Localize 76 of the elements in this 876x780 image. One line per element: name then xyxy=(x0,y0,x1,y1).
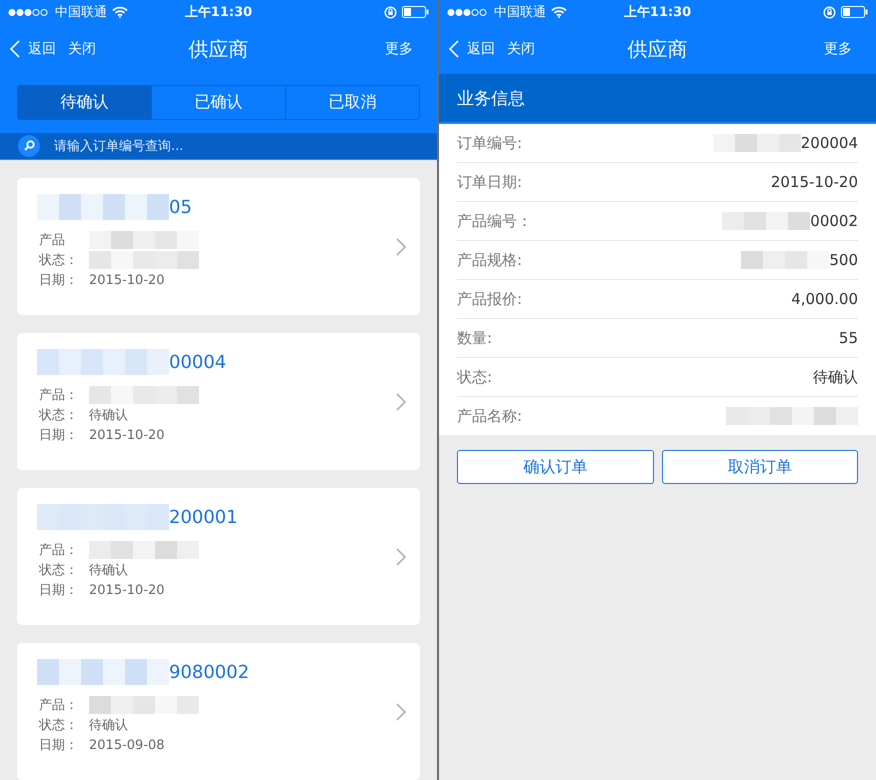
search-icon xyxy=(18,135,40,157)
screen-title: 供应商 xyxy=(628,36,688,62)
clock-time: 上午11:30 xyxy=(624,4,692,21)
wifi-icon xyxy=(112,6,128,18)
detail-label: 状态: xyxy=(457,368,492,386)
detail-label: 产品名称: xyxy=(457,406,522,426)
more-button[interactable]: 更多 xyxy=(824,40,852,58)
field-value: 待确认 xyxy=(89,562,128,579)
order-action-button[interactable]: 取消订单 xyxy=(662,450,858,484)
detail-value: 4,000.00 xyxy=(791,290,858,308)
search-placeholder: 请输入订单编号查询... xyxy=(54,138,184,155)
close-button[interactable]: 关闭 xyxy=(68,40,96,58)
screen-title: 供应商 xyxy=(188,36,248,62)
clock-time: 上午11:30 xyxy=(184,4,252,21)
signal-icon xyxy=(8,8,50,16)
filter-tab[interactable]: 已取消 xyxy=(285,86,419,119)
detail-value: 00002 xyxy=(810,212,858,230)
chevron-right-icon xyxy=(396,238,406,256)
field-label: 日期： xyxy=(39,737,79,754)
rotation-lock-icon xyxy=(823,6,836,18)
back-button[interactable]: 返回 xyxy=(10,40,56,58)
wifi-icon xyxy=(551,6,567,18)
field-value: 2015-10-20 xyxy=(89,272,165,288)
field-label: 产品 xyxy=(39,232,66,249)
order-number: 00004 xyxy=(169,352,226,372)
order-action-button[interactable]: 确认订单 xyxy=(457,450,654,484)
more-button[interactable]: 更多 xyxy=(385,40,413,58)
field-label: 状态： xyxy=(39,562,79,579)
field-label: 日期： xyxy=(39,272,79,289)
order-number: 05 xyxy=(169,196,192,218)
detail-value: 200004 xyxy=(800,134,858,152)
field-label: 状态： xyxy=(39,717,79,734)
battery-icon xyxy=(841,6,868,18)
detail-label: 订单日期: xyxy=(457,172,522,192)
field-label: 状态： xyxy=(39,407,79,424)
close-button[interactable]: 关闭 xyxy=(507,40,535,58)
field-value: 2015-09-08 xyxy=(89,738,165,752)
order-card[interactable]: 200001 产品： 状态： 待确认 日期： 2015-10-20 xyxy=(17,488,420,625)
field-label: 状态： xyxy=(39,252,79,269)
order-number: 200001 xyxy=(169,506,238,528)
detail-label: 订单编号: xyxy=(457,134,522,152)
field-label: 日期： xyxy=(39,582,79,599)
detail-value: 待确认 xyxy=(813,368,858,386)
order-card[interactable]: 05 产品 状态： 日期： 2015-10-20 xyxy=(17,178,420,315)
detail-label: 数量: xyxy=(457,328,492,348)
search-bar[interactable]: 请输入订单编号查询... xyxy=(0,133,437,160)
battery-icon xyxy=(402,6,429,18)
order-number: 9080002 xyxy=(169,662,250,682)
detail-label: 产品编号： xyxy=(457,212,532,230)
rotation-lock-icon xyxy=(384,6,397,18)
detail-value: 2015-10-20 xyxy=(770,173,858,191)
field-label: 产品： xyxy=(39,387,79,404)
chevron-right-icon xyxy=(396,703,406,721)
detail-value: 55 xyxy=(838,329,858,347)
order-card[interactable]: 9080002 产品： 状态： 待确认 日期： 2015-09-08 xyxy=(17,643,420,780)
field-value: 2015-10-20 xyxy=(89,428,165,442)
signal-icon xyxy=(447,8,489,16)
back-button[interactable]: 返回 xyxy=(449,40,495,58)
carrier-name: 中国联通 xyxy=(494,4,546,21)
field-value: 2015-10-20 xyxy=(89,582,165,598)
chevron-right-icon xyxy=(396,548,406,566)
field-value: 待确认 xyxy=(89,407,128,424)
filter-tab[interactable]: 待确认 xyxy=(18,86,151,119)
detail-value: 500 xyxy=(829,251,858,269)
chevron-left-icon xyxy=(10,40,20,58)
detail-label: 产品报价: xyxy=(457,290,522,308)
field-label: 日期： xyxy=(39,427,79,444)
order-card[interactable]: 00004 产品： 状态： 待确认 日期： 2015-10-20 xyxy=(17,333,420,470)
chevron-left-icon xyxy=(449,40,459,58)
field-value: 待确认 xyxy=(89,717,128,734)
chevron-right-icon xyxy=(396,393,406,411)
detail-label: 产品规格: xyxy=(457,250,522,270)
section-title: 业务信息 xyxy=(457,88,525,110)
field-label: 产品： xyxy=(39,542,79,559)
field-label: 产品： xyxy=(39,697,79,714)
carrier-name: 中国联通 xyxy=(55,4,107,21)
